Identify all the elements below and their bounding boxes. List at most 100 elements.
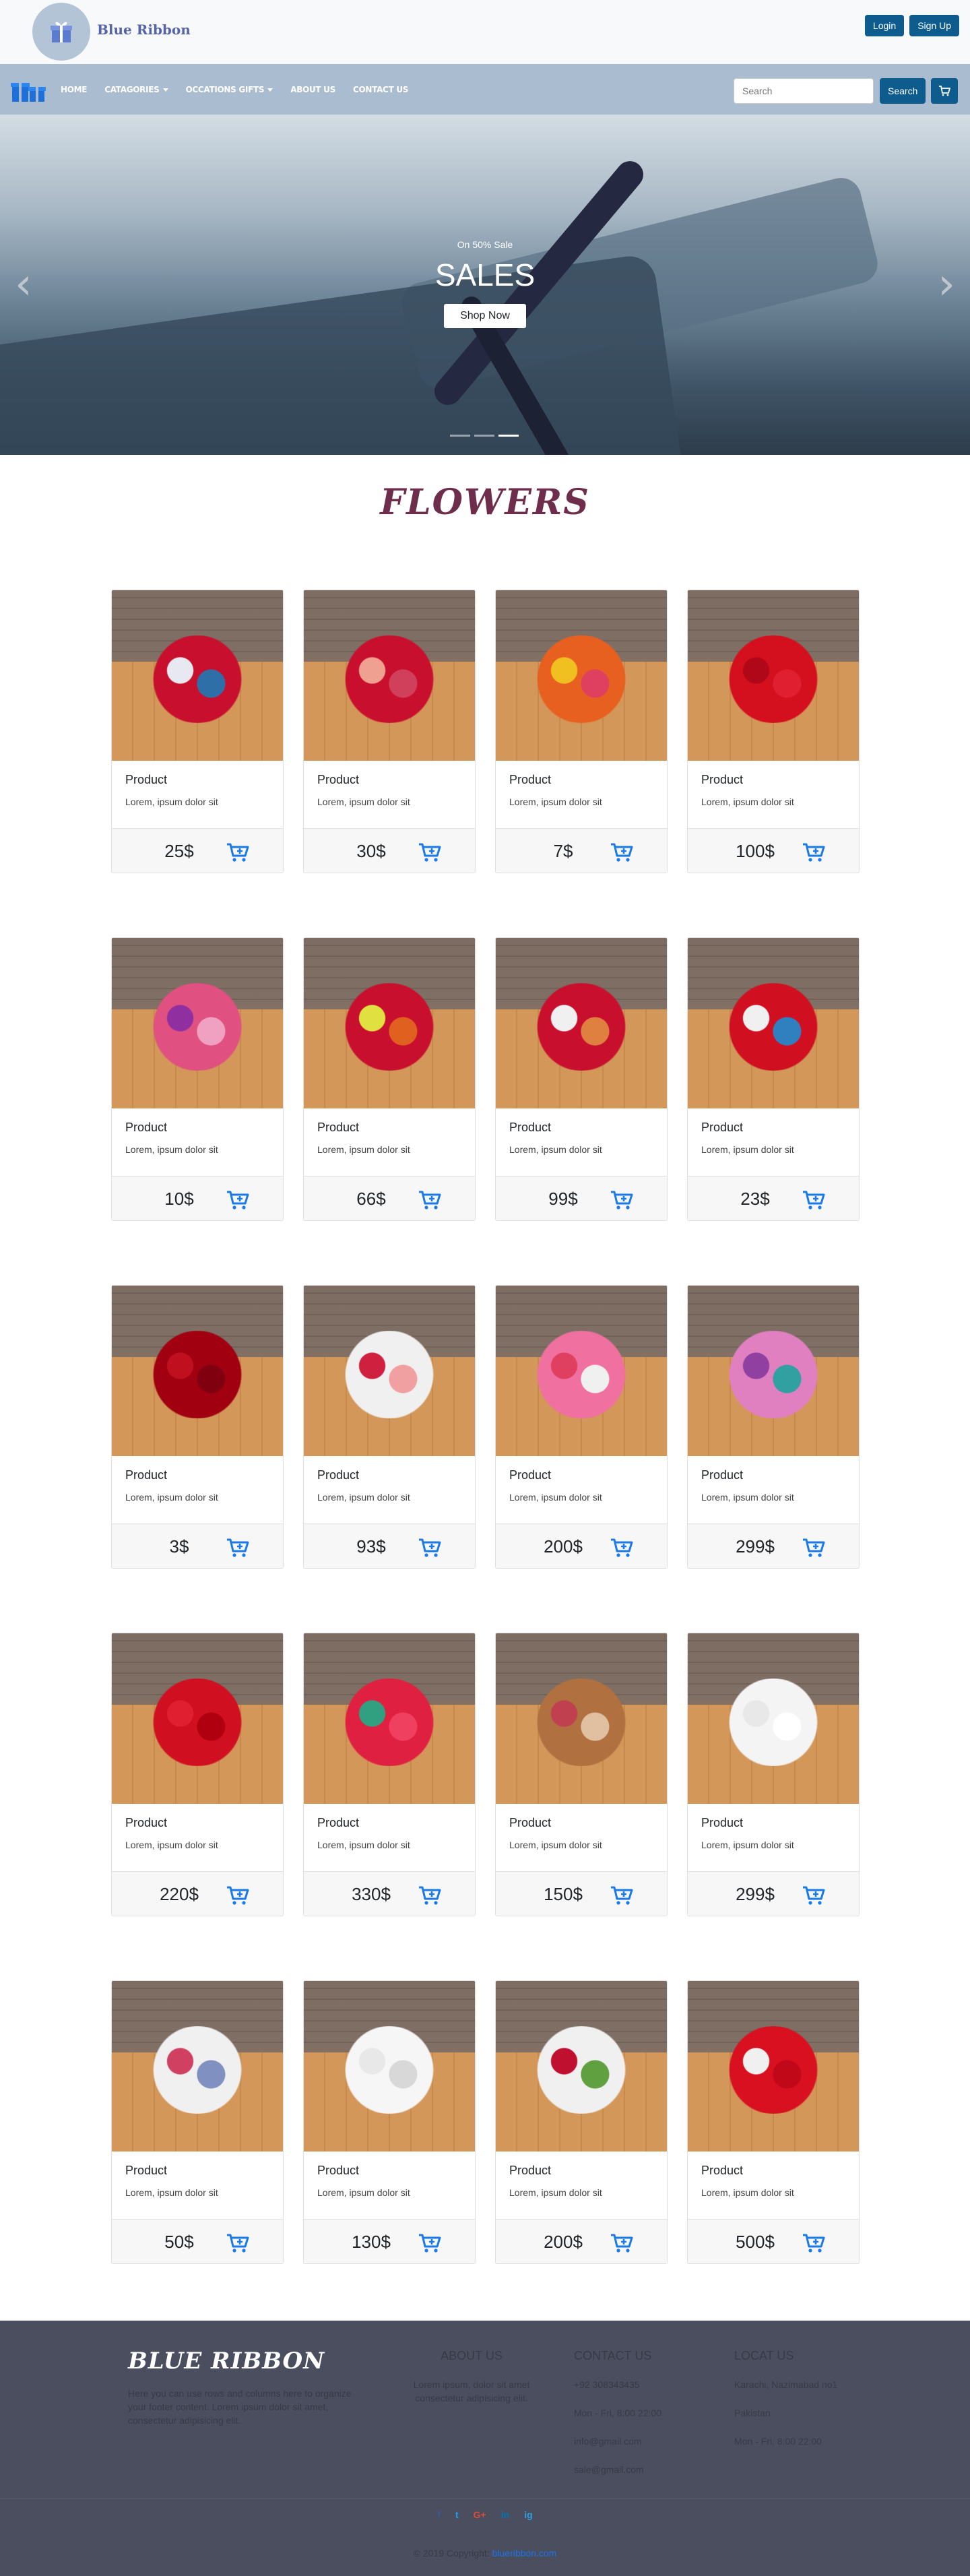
product-image[interactable]: [304, 590, 475, 761]
nav-categories[interactable]: CATAGORIES: [104, 85, 168, 94]
product-image[interactable]: [112, 1981, 283, 2151]
product-card[interactable]: Product Lorem, ipsum dolor sit 150$: [495, 1633, 668, 1916]
product-image[interactable]: [496, 590, 667, 761]
twitter-icon[interactable]: t: [455, 2509, 459, 2520]
product-card[interactable]: Product Lorem, ipsum dolor sit 23$: [687, 937, 860, 1221]
product-card[interactable]: Product Lorem, ipsum dolor sit 299$: [687, 1285, 860, 1569]
product-card[interactable]: Product Lorem, ipsum dolor sit 330$: [303, 1633, 476, 1916]
product-card[interactable]: Product Lorem, ipsum dolor sit 10$: [111, 937, 284, 1221]
product-image[interactable]: [496, 1633, 667, 1804]
nav-about-us[interactable]: ABOUT US: [290, 85, 335, 94]
add-to-cart-icon[interactable]: [610, 2233, 633, 2253]
product-name[interactable]: Product: [125, 1468, 269, 1482]
add-to-cart-icon[interactable]: [226, 1190, 249, 1210]
product-name[interactable]: Product: [509, 1816, 653, 1830]
brand-name[interactable]: Blue Ribbon: [97, 22, 191, 38]
nav-contact-us[interactable]: CONTACT US: [353, 85, 408, 94]
product-card[interactable]: Product Lorem, ipsum dolor sit 299$: [687, 1633, 860, 1916]
nav-home[interactable]: HOME: [61, 85, 87, 94]
product-card[interactable]: Product Lorem, ipsum dolor sit 100$: [687, 590, 860, 873]
product-image[interactable]: [496, 1286, 667, 1456]
product-card[interactable]: Product Lorem, ipsum dolor sit 66$: [303, 937, 476, 1221]
login-button[interactable]: Login: [864, 15, 905, 36]
carousel-indicator[interactable]: [450, 435, 470, 437]
product-name[interactable]: Product: [317, 773, 461, 787]
search-input[interactable]: [734, 78, 874, 104]
search-button[interactable]: Search: [880, 78, 926, 104]
product-name[interactable]: Product: [125, 1121, 269, 1135]
product-card[interactable]: Product Lorem, ipsum dolor sit 200$: [495, 1980, 668, 2264]
product-card[interactable]: Product Lorem, ipsum dolor sit 50$: [111, 1980, 284, 2264]
google-plus-icon[interactable]: G+: [474, 2509, 486, 2520]
nav-logo[interactable]: [11, 76, 46, 106]
product-card[interactable]: Product Lorem, ipsum dolor sit 130$: [303, 1980, 476, 2264]
product-card[interactable]: Product Lorem, ipsum dolor sit 3$: [111, 1285, 284, 1569]
instagram-icon[interactable]: ig: [524, 2509, 532, 2520]
product-card[interactable]: Product Lorem, ipsum dolor sit 93$: [303, 1285, 476, 1569]
footer-email-sale[interactable]: sale@gmail.com: [574, 2463, 695, 2476]
product-name[interactable]: Product: [509, 773, 653, 787]
product-image[interactable]: [112, 590, 283, 761]
add-to-cart-icon[interactable]: [610, 842, 633, 862]
cart-button[interactable]: [931, 78, 958, 104]
add-to-cart-icon[interactable]: [802, 842, 825, 862]
product-name[interactable]: Product: [701, 773, 845, 787]
product-name[interactable]: Product: [509, 1468, 653, 1482]
add-to-cart-icon[interactable]: [418, 1538, 441, 1558]
product-card[interactable]: Product Lorem, ipsum dolor sit 500$: [687, 1980, 860, 2264]
product-name[interactable]: Product: [701, 1468, 845, 1482]
product-card[interactable]: Product Lorem, ipsum dolor sit 25$: [111, 590, 284, 873]
add-to-cart-icon[interactable]: [226, 842, 249, 862]
product-name[interactable]: Product: [125, 2164, 269, 2178]
product-card[interactable]: Product Lorem, ipsum dolor sit 200$: [495, 1285, 668, 1569]
product-name[interactable]: Product: [701, 1816, 845, 1830]
add-to-cart-icon[interactable]: [802, 1538, 825, 1558]
add-to-cart-icon[interactable]: [418, 2233, 441, 2253]
add-to-cart-icon[interactable]: [610, 1885, 633, 1906]
product-card[interactable]: Product Lorem, ipsum dolor sit 99$: [495, 937, 668, 1221]
product-name[interactable]: Product: [509, 1121, 653, 1135]
carousel-indicator-active[interactable]: [498, 435, 519, 437]
carousel-indicator[interactable]: [474, 435, 494, 437]
product-card[interactable]: Product Lorem, ipsum dolor sit 220$: [111, 1633, 284, 1916]
add-to-cart-icon[interactable]: [226, 1538, 249, 1558]
linkedin-icon[interactable]: in: [501, 2509, 509, 2520]
product-card[interactable]: Product Lorem, ipsum dolor sit 7$: [495, 590, 668, 873]
logo[interactable]: [32, 3, 90, 61]
add-to-cart-icon[interactable]: [418, 1190, 441, 1210]
product-name[interactable]: Product: [509, 2164, 653, 2178]
add-to-cart-icon[interactable]: [610, 1190, 633, 1210]
product-image[interactable]: [112, 1633, 283, 1804]
product-name[interactable]: Product: [701, 1121, 845, 1135]
product-image[interactable]: [112, 1286, 283, 1456]
facebook-icon[interactable]: f: [437, 2509, 441, 2520]
add-to-cart-icon[interactable]: [802, 1885, 825, 1906]
footer-email-info[interactable]: info@gmail.com: [574, 2434, 695, 2448]
signup-button[interactable]: Sign Up: [909, 15, 959, 36]
product-name[interactable]: Product: [701, 2164, 845, 2178]
product-name[interactable]: Product: [125, 773, 269, 787]
product-name[interactable]: Product: [317, 1468, 461, 1482]
product-image[interactable]: [304, 1633, 475, 1804]
product-name[interactable]: Product: [125, 1816, 269, 1830]
product-name[interactable]: Product: [317, 1816, 461, 1830]
add-to-cart-icon[interactable]: [802, 1190, 825, 1210]
product-image[interactable]: [688, 1633, 859, 1804]
product-image[interactable]: [688, 1286, 859, 1456]
add-to-cart-icon[interactable]: [802, 2233, 825, 2253]
add-to-cart-icon[interactable]: [226, 2233, 249, 2253]
product-image[interactable]: [688, 590, 859, 761]
product-name[interactable]: Product: [317, 2164, 461, 2178]
nav-occasion-gifts[interactable]: OCCATIONS GIFTS: [186, 85, 273, 94]
add-to-cart-icon[interactable]: [418, 1885, 441, 1906]
product-name[interactable]: Product: [317, 1121, 461, 1135]
product-card[interactable]: Product Lorem, ipsum dolor sit 30$: [303, 590, 476, 873]
product-image[interactable]: [688, 938, 859, 1108]
copyright-link[interactable]: blueribbon.com: [492, 2548, 557, 2558]
product-image[interactable]: [304, 938, 475, 1108]
shop-now-button[interactable]: Shop Now: [444, 304, 526, 328]
add-to-cart-icon[interactable]: [226, 1885, 249, 1906]
product-image[interactable]: [304, 1981, 475, 2151]
product-image[interactable]: [304, 1286, 475, 1456]
product-image[interactable]: [496, 1981, 667, 2151]
